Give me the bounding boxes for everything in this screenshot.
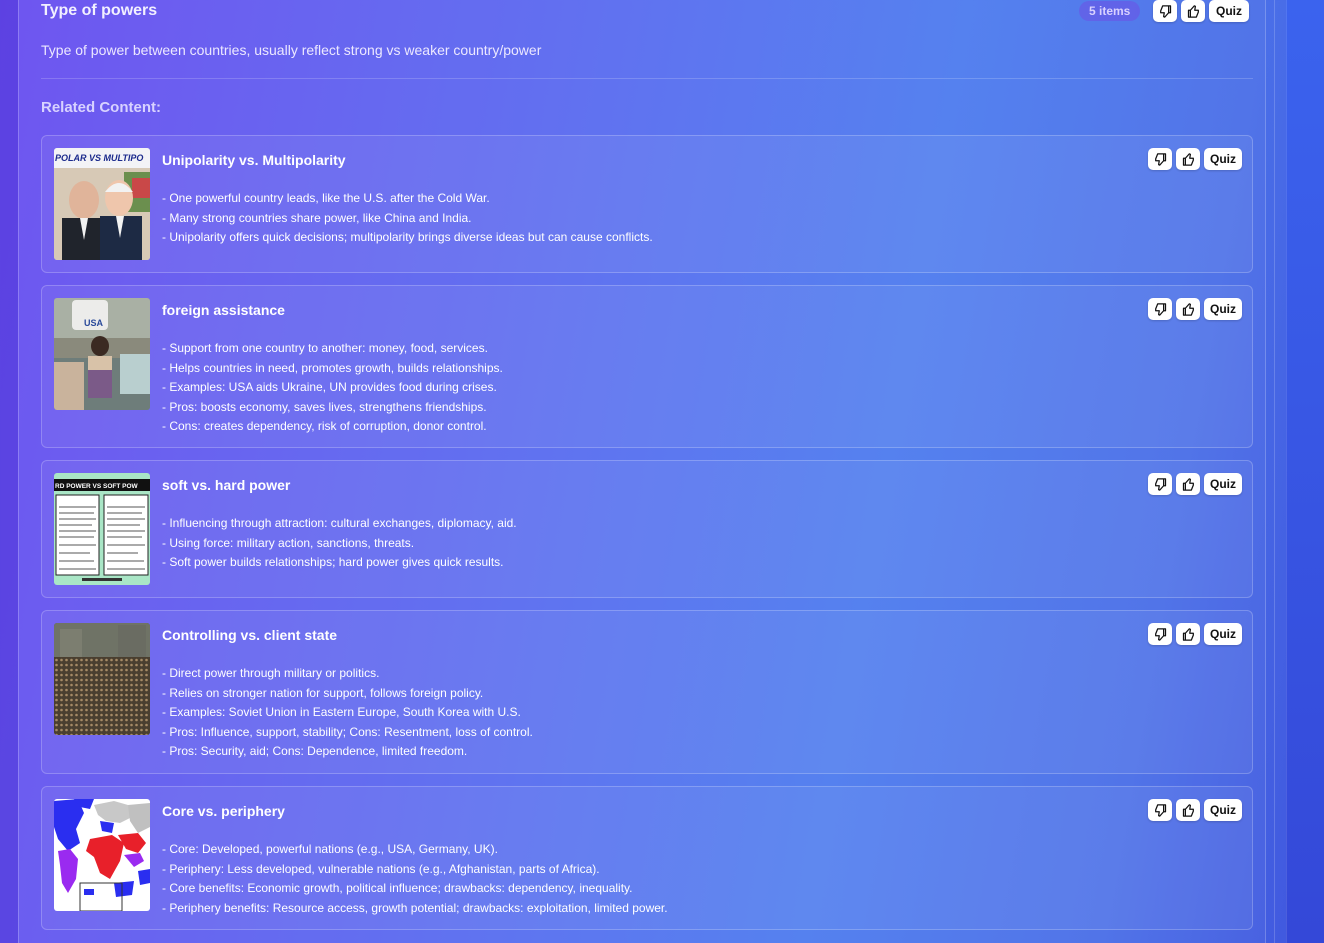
section-actions: Quiz: [1153, 0, 1249, 22]
card-title: foreign assistance: [162, 302, 285, 318]
bullet-item: - Pros: Security, aid; Cons: Dependence,…: [162, 744, 468, 758]
unipolarity-thumbnail-image: POLAR VS MULTIPO: [54, 148, 150, 260]
thumbs-up-icon: [1182, 477, 1194, 491]
soft-hard-power-thumbnail-image: RD POWER VS SOFT POW: [54, 473, 150, 585]
bullet-item: - Influencing through attraction: cultur…: [162, 516, 517, 530]
card-thumbnail[interactable]: [54, 623, 150, 735]
bullet-item: - One powerful country leads, like the U…: [162, 191, 490, 205]
card-title: Unipolarity vs. Multipolarity: [162, 152, 346, 168]
bullet-item: - Examples: USA aids Ukraine, UN provide…: [162, 380, 497, 394]
bullet-item: - Periphery benefits: Resource access, g…: [162, 900, 668, 915]
card-dislike-button[interactable]: [1148, 473, 1172, 495]
section-divider: [41, 78, 1253, 79]
card-bullets: - One powerful country leads, like the U…: [162, 189, 653, 248]
thumbs-down-icon: [1154, 477, 1166, 491]
bullet-item: - Pros: Influence, support, stability; C…: [162, 724, 533, 739]
controlling-client-state-thumbnail-image: [54, 623, 150, 735]
related-card: Controlling vs. client state Quiz - Dire…: [41, 610, 1253, 774]
card-thumbnail[interactable]: USA: [54, 298, 150, 410]
card-bullets: - Influencing through attraction: cultur…: [162, 514, 517, 573]
card-actions: Quiz: [1148, 148, 1242, 170]
thumbs-down-icon: [1154, 627, 1166, 641]
related-card: POLAR VS MULTIPO Unipolarity vs. Multipo…: [41, 135, 1253, 273]
bullet-item: - Support from one country to another: m…: [162, 341, 488, 355]
left-edge-strip: [0, 0, 18, 943]
foreign-assistance-thumbnail-image: USA: [54, 298, 150, 410]
card-bullets: - Support from one country to another: m…: [162, 339, 503, 437]
section-like-button[interactable]: [1181, 0, 1205, 22]
card-thumbnail[interactable]: POLAR VS MULTIPO: [54, 148, 150, 260]
related-content-heading: Related Content:: [41, 99, 161, 116]
card-bullets: - Direct power through military or polit…: [162, 664, 533, 762]
section-dislike-button[interactable]: [1153, 0, 1177, 22]
card-actions: Quiz: [1148, 799, 1242, 821]
thumbs-up-icon: [1182, 302, 1194, 316]
card-dislike-button[interactable]: [1148, 298, 1172, 320]
card-actions: Quiz: [1148, 298, 1242, 320]
section-title: Type of powers: [41, 2, 158, 19]
bullet-item: - Helps countries in need, promotes grow…: [162, 360, 503, 375]
thumbs-up-icon: [1182, 152, 1194, 166]
thumbs-up-icon: [1182, 803, 1194, 817]
thumbs-down-icon: [1154, 152, 1166, 166]
bullet-item: - Periphery: Less developed, vulnerable …: [162, 861, 600, 876]
thumbs-down-icon: [1154, 803, 1166, 817]
bullet-item: - Cons: creates dependency, risk of corr…: [162, 419, 487, 433]
bullet-item: - Examples: Soviet Union in Eastern Euro…: [162, 705, 521, 719]
related-card: RD POWER VS SOFT POW soft vs. hard power: [41, 460, 1253, 598]
card-quiz-button[interactable]: Quiz: [1204, 799, 1242, 821]
thumb-caption: RD POWER VS SOFT POW: [55, 483, 139, 490]
bullet-item: - Direct power through military or polit…: [162, 666, 380, 680]
card-dislike-button[interactable]: [1148, 799, 1172, 821]
thumbs-up-icon: [1182, 627, 1194, 641]
section-description: Type of power between countries, usually…: [41, 42, 542, 58]
bullet-item: - Many strong countries share power, lik…: [162, 210, 472, 225]
card-bullets: - Core: Developed, powerful nations (e.g…: [162, 840, 668, 918]
section-header: Type of powers 5 items Quiz: [41, 0, 1253, 24]
thumbs-down-icon: [1159, 4, 1171, 18]
card-title: Controlling vs. client state: [162, 627, 338, 643]
card-thumbnail[interactable]: RD POWER VS SOFT POW: [54, 473, 150, 585]
thumbs-up-icon: [1187, 4, 1199, 18]
card-actions: Quiz: [1148, 623, 1242, 645]
card-like-button[interactable]: [1176, 623, 1200, 645]
related-card: USA foreign assistance Quiz - Support fr…: [41, 285, 1253, 448]
thumb-caption: USA: [84, 318, 104, 328]
card-like-button[interactable]: [1176, 473, 1200, 495]
card-thumbnail[interactable]: [54, 799, 150, 911]
card-actions: Quiz: [1148, 473, 1242, 495]
card-like-button[interactable]: [1176, 799, 1200, 821]
thumbs-down-icon: [1154, 302, 1166, 316]
card-title: soft vs. hard power: [162, 477, 291, 493]
items-count-badge: 5 items: [1079, 1, 1141, 21]
bullet-item: - Relies on stronger nation for support,…: [162, 685, 484, 700]
bullet-item: - Soft power builds relationships; hard …: [162, 555, 504, 569]
card-like-button[interactable]: [1176, 298, 1200, 320]
bullet-item: - Core benefits: Economic growth, politi…: [162, 881, 633, 895]
card-dislike-button[interactable]: [1148, 148, 1172, 170]
card-quiz-button[interactable]: Quiz: [1204, 148, 1242, 170]
bullet-item: - Unipolarity offers quick decisions; mu…: [162, 230, 653, 244]
card-quiz-button[interactable]: Quiz: [1204, 473, 1242, 495]
bullet-item: - Pros: boosts economy, saves lives, str…: [162, 399, 487, 414]
panel-right-divider: [1274, 0, 1275, 943]
bullet-item: - Using force: military action, sanction…: [162, 535, 415, 550]
card-like-button[interactable]: [1176, 148, 1200, 170]
related-card: Core vs. periphery Quiz - Core: Develope…: [41, 786, 1253, 930]
card-dislike-button[interactable]: [1148, 623, 1172, 645]
core-periphery-map-thumbnail-image: [54, 799, 150, 911]
card-quiz-button[interactable]: Quiz: [1204, 298, 1242, 320]
thumb-caption: POLAR VS MULTIPO: [55, 153, 143, 163]
card-title: Core vs. periphery: [162, 803, 285, 819]
section-quiz-button[interactable]: Quiz: [1209, 0, 1249, 22]
right-edge-strip: [1286, 0, 1324, 943]
card-quiz-button[interactable]: Quiz: [1204, 623, 1242, 645]
bullet-item: - Core: Developed, powerful nations (e.g…: [162, 842, 498, 856]
